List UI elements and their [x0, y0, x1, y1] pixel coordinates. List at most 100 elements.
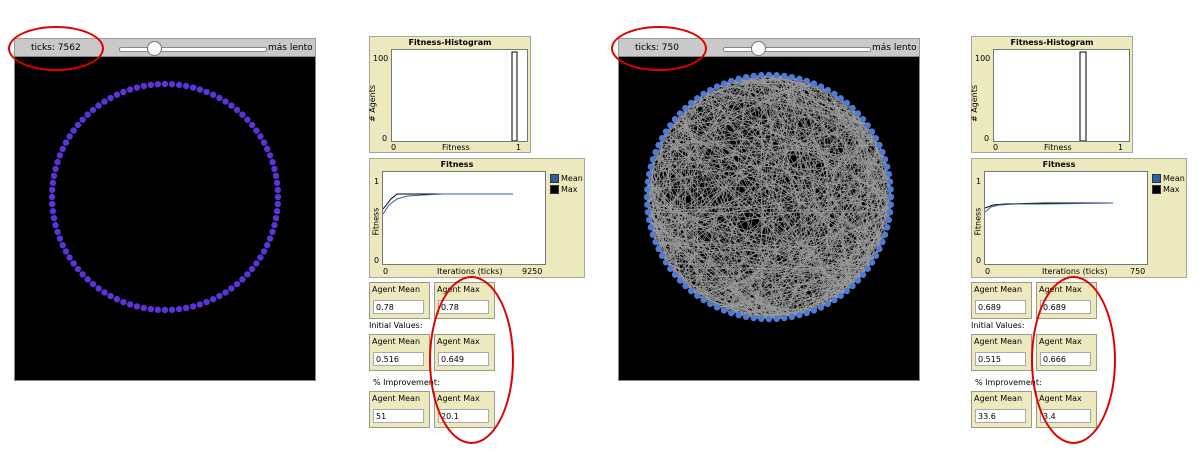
network-node [266, 152, 274, 159]
monitor-label: Agent Mean [372, 285, 421, 294]
speed-slider-thumb[interactable] [147, 41, 162, 56]
network-node [765, 71, 773, 79]
network-node [667, 265, 674, 272]
highlight-agent-max [429, 276, 514, 444]
network-node [803, 309, 810, 317]
network-node [154, 81, 162, 88]
plot-canvas [984, 171, 1148, 265]
network-node [872, 252, 880, 259]
world-view[interactable] [618, 56, 920, 381]
network-node [203, 298, 210, 306]
network-node [228, 102, 235, 109]
network-node [644, 186, 651, 193]
network-node [885, 170, 893, 178]
network-node [876, 245, 883, 253]
network-node [649, 156, 657, 163]
fitness-plot: Fitness 1 0 Fitness 0 Iterations (ticks)… [369, 158, 585, 278]
network-node [222, 289, 229, 296]
initial-values-label: Initial Values: [971, 321, 1025, 330]
network-node [70, 260, 77, 267]
network-node [260, 248, 268, 255]
network-node [742, 73, 750, 81]
network-node [239, 111, 246, 118]
network-node [879, 148, 886, 156]
network-node [84, 276, 91, 283]
network-node [209, 296, 217, 303]
network-node [644, 201, 651, 208]
network-node [652, 238, 659, 246]
monitor-value: 51 [373, 409, 424, 423]
network-node [120, 88, 127, 96]
legend-swatch-mean [1152, 174, 1161, 183]
network-node [831, 296, 838, 304]
series-max-line [382, 193, 513, 210]
x-axis-max: 1 [516, 143, 522, 152]
agent-mean-monitor: Agent Mean 0.78 [369, 282, 430, 319]
network-node [843, 99, 850, 107]
network-node [883, 224, 891, 231]
network-node [707, 86, 714, 94]
legend-swatch-mean [550, 174, 559, 183]
network-node [676, 277, 684, 284]
plot-title: Fitness-Histogram [1010, 38, 1094, 47]
x-axis-min: 0 [391, 143, 397, 152]
network-node [140, 304, 148, 312]
fitness-histogram-plot: Fitness-Histogram 100 0 # Agents 0 Fitne… [368, 36, 531, 153]
legend-label-max: Max [1163, 185, 1180, 194]
network-node [700, 296, 707, 304]
initial-values-label: Initial Values: [369, 321, 423, 330]
network-node [662, 259, 670, 266]
legend-label-max: Max [561, 185, 578, 194]
world-view[interactable] [14, 56, 316, 381]
network-node [273, 207, 281, 215]
network-node [272, 214, 280, 222]
network-node [54, 158, 61, 166]
x-axis-max: 1 [1118, 143, 1124, 152]
improvement-agent-mean-monitor: Agent Mean 33.6 [971, 391, 1032, 428]
network-node [62, 248, 70, 255]
speed-label: más lento [268, 43, 313, 53]
legend-label-mean: Mean [1163, 174, 1185, 183]
network-node [264, 241, 271, 249]
network-node [62, 139, 70, 146]
network-node [658, 135, 666, 142]
plot-canvas [382, 171, 546, 265]
y-axis-label: # Agents [970, 84, 980, 123]
y-axis-min: 0 [984, 134, 990, 143]
network-node [773, 72, 780, 79]
network-node [113, 296, 121, 303]
network-node [133, 84, 141, 91]
x-axis-min: 0 [993, 143, 999, 152]
speed-slider-track[interactable] [119, 47, 267, 52]
network-node [274, 186, 281, 194]
histogram-bar [511, 51, 518, 142]
network-node [707, 300, 714, 308]
network-node [66, 254, 73, 261]
network-node [758, 315, 765, 322]
network-node [885, 216, 893, 224]
network-node [48, 193, 56, 201]
series-mean-line [984, 202, 1114, 213]
network-node [671, 271, 679, 278]
network-node [803, 77, 810, 85]
monitor-value: 0.515 [975, 352, 1026, 366]
x-axis-label: Iterations (ticks) [437, 267, 503, 276]
network-node [49, 200, 56, 208]
legend-label-mean: Mean [561, 174, 583, 183]
speed-slider-track[interactable] [723, 47, 871, 52]
network-node [883, 163, 891, 170]
network-node [872, 135, 880, 142]
y-axis-label: Fitness [973, 207, 983, 236]
fitness-plot: Fitness 1 0 Fitness 0 Iterations (ticks)… [971, 158, 1187, 278]
network-node [682, 282, 689, 290]
network-node [253, 260, 260, 267]
monitor-value: 0.78 [373, 300, 424, 314]
network-node [655, 141, 662, 149]
network-node [222, 98, 229, 105]
monitor-label: Agent Mean [974, 394, 1023, 403]
speed-slider-thumb[interactable] [751, 41, 766, 56]
network-node [244, 116, 251, 123]
network-node [49, 179, 57, 187]
network-node [84, 111, 91, 118]
network-graph [48, 80, 282, 314]
